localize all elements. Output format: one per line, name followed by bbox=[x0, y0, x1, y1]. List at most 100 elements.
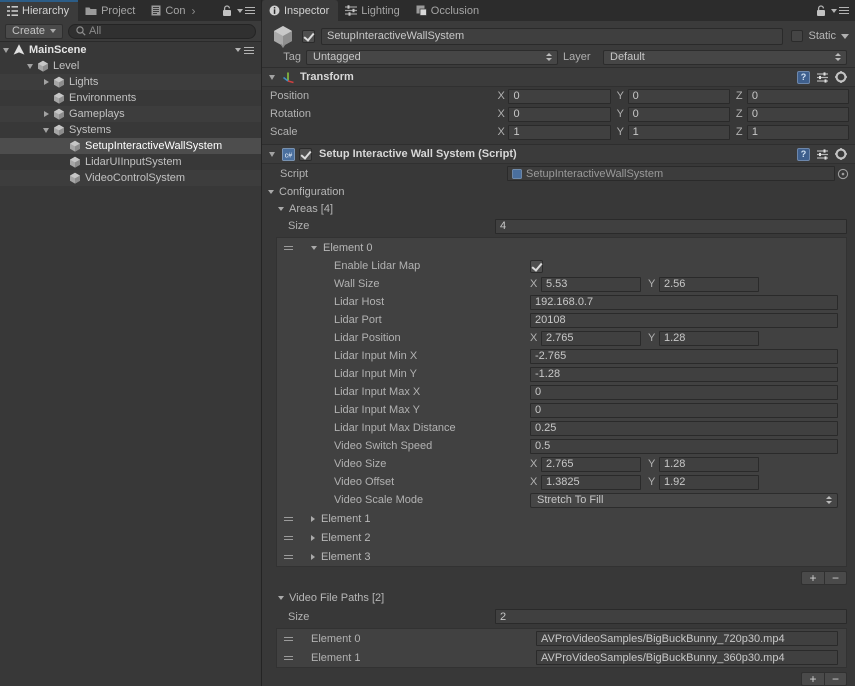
enable-lidar-map-checkbox[interactable] bbox=[530, 260, 543, 273]
tab-lighting[interactable]: Lighting bbox=[338, 0, 409, 21]
video-file-paths-add-button[interactable]: + bbox=[801, 672, 824, 686]
drag-handle-icon[interactable] bbox=[281, 555, 295, 559]
lidar-position-y-input[interactable]: 1.28 bbox=[659, 331, 759, 346]
transform-scale-y-input[interactable]: 1 bbox=[628, 125, 730, 140]
areas-element-header-element-1[interactable]: Element 1 bbox=[277, 509, 846, 528]
areas-element-foldout[interactable]: Element 0 bbox=[311, 242, 373, 254]
transform-scale-z-input[interactable]: 1 bbox=[747, 125, 849, 140]
static-checkbox[interactable] bbox=[791, 30, 803, 42]
scene-context-menu-icon[interactable] bbox=[235, 47, 257, 54]
scene-foldout-icon[interactable] bbox=[0, 42, 12, 58]
drag-handle-icon[interactable] bbox=[281, 536, 295, 540]
tag-dropdown[interactable]: Untagged bbox=[306, 50, 558, 65]
video-file-path-input-element-1[interactable]: AVProVideoSamples/BigBuckBunny_360p30.mp… bbox=[536, 650, 838, 665]
tab-console[interactable]: Con › bbox=[144, 0, 204, 21]
video-switch-speed-input[interactable]: 0.5 bbox=[530, 439, 838, 454]
gameobject-name-input[interactable]: SetupInteractiveWallSystem bbox=[321, 28, 783, 45]
areas-element-header-element-0[interactable]: Element 0 bbox=[277, 238, 846, 257]
areas-add-button[interactable]: + bbox=[801, 571, 824, 585]
areas-element-header-element-3[interactable]: Element 3 bbox=[277, 547, 846, 566]
tab-hierarchy[interactable]: Hierarchy bbox=[0, 0, 78, 21]
lidar-input-max-y-input[interactable]: 0 bbox=[530, 403, 838, 418]
video-scale-mode-dropdown[interactable]: Stretch To Fill bbox=[530, 493, 838, 508]
lidar-input-min-y-input[interactable]: -1.28 bbox=[530, 367, 838, 382]
configuration-foldout-row[interactable]: Configuration bbox=[262, 183, 855, 200]
video-size-y-input[interactable]: 1.28 bbox=[659, 457, 759, 472]
video-offset-y-input[interactable]: 1.92 bbox=[659, 475, 759, 490]
video-file-paths-foldout[interactable]: Video File Paths [2] bbox=[278, 592, 384, 604]
hierarchy-scene-row[interactable]: MainScene bbox=[0, 42, 261, 58]
chevron-down-icon[interactable] bbox=[40, 122, 52, 138]
hierarchy-item-lights[interactable]: Lights bbox=[0, 74, 261, 90]
script-preset-icon[interactable] bbox=[816, 148, 829, 161]
wall-size-x-input[interactable]: 5.53 bbox=[541, 277, 641, 292]
areas-remove-button[interactable]: − bbox=[824, 571, 847, 585]
script-help-icon[interactable]: ? bbox=[797, 148, 810, 161]
transform-scale-x-input[interactable]: 1 bbox=[508, 125, 610, 140]
transform-component-header[interactable]: Transform ? bbox=[262, 67, 855, 87]
chevron-down-icon[interactable] bbox=[24, 58, 36, 74]
gear-icon[interactable] bbox=[835, 71, 848, 84]
transform-rotation-z-input[interactable]: 0 bbox=[747, 107, 849, 122]
transform-foldout-icon[interactable] bbox=[266, 69, 278, 85]
chevron-right-icon[interactable] bbox=[40, 106, 52, 122]
script-foldout-icon[interactable] bbox=[266, 146, 278, 162]
script-enabled-checkbox[interactable] bbox=[299, 148, 312, 161]
hierarchy-item-level[interactable]: Level bbox=[0, 58, 261, 74]
preset-icon[interactable] bbox=[816, 71, 829, 84]
video-offset-x-input[interactable]: 1.3825 bbox=[541, 475, 641, 490]
transform-position-y-input[interactable]: 0 bbox=[628, 89, 730, 104]
hierarchy-item-gameplays[interactable]: Gameplays bbox=[0, 106, 261, 122]
hierarchy-item-setupinteractivewallsystem[interactable]: SetupInteractiveWallSystem bbox=[0, 138, 261, 154]
wall-size-y-input[interactable]: 2.56 bbox=[659, 277, 759, 292]
chevron-right-icon[interactable] bbox=[40, 74, 52, 90]
video-file-path-input-element-0[interactable]: AVProVideoSamples/BigBuckBunny_720p30.mp… bbox=[536, 631, 838, 646]
hierarchy-item-systems[interactable]: Systems bbox=[0, 122, 261, 138]
video-file-paths-foldout-row[interactable]: Video File Paths [2] bbox=[262, 589, 855, 607]
script-component-header[interactable]: c# Setup Interactive Wall System (Script… bbox=[262, 144, 855, 164]
transform-position-x-input[interactable]: 0 bbox=[508, 89, 610, 104]
script-gear-icon[interactable] bbox=[835, 148, 848, 161]
transform-rotation-y-input[interactable]: 0 bbox=[628, 107, 730, 122]
hierarchy-item-lidaruiinputsystem[interactable]: LidarUIInputSystem bbox=[0, 154, 261, 170]
static-chevron-down-icon[interactable] bbox=[841, 34, 849, 39]
tab-inspector[interactable]: Inspector bbox=[262, 0, 338, 21]
panel-menu-icon[interactable] bbox=[237, 7, 255, 14]
areas-size-input[interactable]: 4 bbox=[495, 219, 847, 234]
lidar-host-input[interactable]: 192.168.0.7 bbox=[530, 295, 838, 310]
drag-handle-icon[interactable] bbox=[281, 246, 295, 250]
create-button[interactable]: Create bbox=[5, 24, 63, 39]
tab-project[interactable]: Project bbox=[78, 0, 144, 21]
areas-foldout-row[interactable]: Areas [4] bbox=[262, 200, 855, 217]
lidar-position-x-input[interactable]: 2.765 bbox=[541, 331, 641, 346]
areas-element-foldout[interactable]: Element 1 bbox=[311, 513, 371, 525]
drag-handle-icon[interactable] bbox=[281, 637, 295, 641]
lock-icon[interactable] bbox=[222, 5, 232, 17]
transform-rotation-x-input[interactable]: 0 bbox=[508, 107, 610, 122]
gameobject-enabled-checkbox[interactable] bbox=[302, 30, 315, 43]
video-file-paths-size-input[interactable]: 2 bbox=[495, 609, 847, 624]
lidar-input-min-x-input[interactable]: -2.765 bbox=[530, 349, 838, 364]
script-object-field[interactable]: SetupInteractiveWallSystem bbox=[507, 166, 835, 181]
configuration-foldout[interactable]: Configuration bbox=[268, 186, 344, 198]
tab-occlusion[interactable]: Occlusion bbox=[409, 0, 488, 21]
hierarchy-item-videocontrolsystem[interactable]: VideoControlSystem bbox=[0, 170, 261, 186]
static-toggle[interactable]: Static bbox=[789, 30, 849, 42]
layer-dropdown[interactable]: Default bbox=[603, 50, 847, 65]
lidar-input-max-x-input[interactable]: 0 bbox=[530, 385, 838, 400]
areas-element-foldout[interactable]: Element 2 bbox=[311, 532, 371, 544]
drag-handle-icon[interactable] bbox=[281, 517, 295, 521]
areas-foldout[interactable]: Areas [4] bbox=[278, 203, 333, 215]
help-icon[interactable]: ? bbox=[797, 71, 810, 84]
inspector-menu-icon[interactable] bbox=[831, 7, 849, 14]
video-size-x-input[interactable]: 2.765 bbox=[541, 457, 641, 472]
drag-handle-icon[interactable] bbox=[281, 656, 295, 660]
hierarchy-tree[interactable]: MainScene LevelLightsEnvironmentsGamepla… bbox=[0, 42, 261, 686]
video-file-paths-remove-button[interactable]: − bbox=[824, 672, 847, 686]
search-input[interactable]: All bbox=[68, 24, 256, 39]
hierarchy-item-environments[interactable]: Environments bbox=[0, 90, 261, 106]
object-picker-icon[interactable] bbox=[837, 168, 849, 180]
lidar-port-input[interactable]: 20108 bbox=[530, 313, 838, 328]
inspector-lock-icon[interactable] bbox=[816, 5, 826, 17]
transform-position-z-input[interactable]: 0 bbox=[747, 89, 849, 104]
